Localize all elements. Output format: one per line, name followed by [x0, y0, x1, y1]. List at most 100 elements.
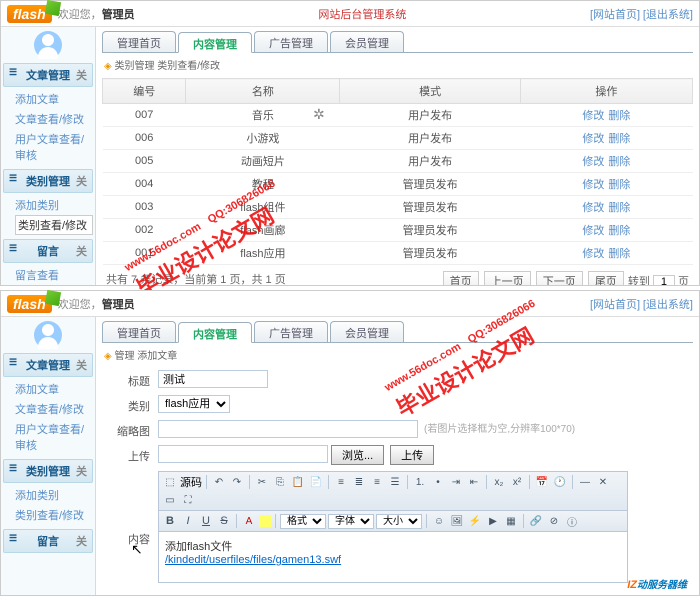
- redo-icon[interactable]: ↷: [229, 474, 245, 490]
- tab[interactable]: 会员管理: [330, 31, 404, 52]
- delete-link[interactable]: 删除: [608, 225, 630, 237]
- delete-link[interactable]: 删除: [608, 179, 630, 191]
- pager-goto-input[interactable]: [653, 275, 675, 285]
- pager-first[interactable]: 首页: [443, 271, 479, 285]
- link-icon[interactable]: 🔗: [528, 513, 544, 529]
- align-justify-icon[interactable]: ☰: [387, 474, 403, 490]
- copy-icon[interactable]: ⎘: [272, 474, 288, 490]
- tab[interactable]: 管理首页: [102, 321, 176, 342]
- select-all-icon[interactable]: ▭: [162, 492, 178, 508]
- link-home[interactable]: [网站首页]: [590, 299, 640, 311]
- link-logout[interactable]: [退出系统]: [643, 9, 693, 21]
- format-select[interactable]: 格式: [280, 514, 326, 529]
- sidebar-item[interactable]: 留言查看: [15, 265, 93, 285]
- align-left-icon[interactable]: ≡: [333, 474, 349, 490]
- date-icon[interactable]: 📅: [534, 474, 550, 490]
- sidebar-group-header[interactable]: 类别管理关: [3, 459, 93, 483]
- unlink-icon[interactable]: ⊘: [546, 513, 562, 529]
- fullscreen-icon[interactable]: ⛶: [180, 492, 196, 508]
- delete-link[interactable]: 删除: [608, 156, 630, 168]
- pager-prev[interactable]: 上一页: [484, 271, 531, 285]
- tab[interactable]: 内容管理: [178, 322, 252, 343]
- sidebar-item[interactable]: 类别查看/修改: [15, 505, 93, 525]
- cut-icon[interactable]: ✂: [254, 474, 270, 490]
- delete-link[interactable]: 删除: [608, 110, 630, 122]
- tab[interactable]: 广告管理: [254, 31, 328, 52]
- sidebar-group-header[interactable]: 文章管理关: [3, 63, 93, 87]
- paste-icon[interactable]: 📋: [290, 474, 306, 490]
- indent-icon[interactable]: ⇥: [448, 474, 464, 490]
- edit-link[interactable]: 修改: [582, 156, 604, 168]
- sidebar-item[interactable]: 添加文章: [15, 379, 93, 399]
- delete-link[interactable]: 删除: [608, 133, 630, 145]
- tab[interactable]: 广告管理: [254, 321, 328, 342]
- col-header: 模式: [340, 79, 520, 104]
- hr-icon[interactable]: —: [577, 474, 593, 490]
- browse-button[interactable]: 浏览...: [331, 445, 384, 465]
- sidebar-item[interactable]: 用户文章查看/审核: [15, 419, 93, 455]
- forecolor-icon[interactable]: A: [241, 513, 257, 529]
- ul-icon[interactable]: •: [430, 474, 446, 490]
- media-icon[interactable]: ▶: [485, 513, 501, 529]
- undo-icon[interactable]: ↶: [211, 474, 227, 490]
- sidebar-item[interactable]: 用户文章查看/审核: [15, 129, 93, 165]
- paste-text-icon[interactable]: 📄: [308, 474, 324, 490]
- pager-last[interactable]: 尾页: [588, 271, 624, 285]
- table-row: 004教程管理员发布修改删除: [103, 173, 693, 196]
- tab[interactable]: 内容管理: [178, 32, 252, 53]
- about-icon[interactable]: ⓘ: [564, 513, 580, 529]
- select-category[interactable]: flash应用: [158, 395, 230, 413]
- input-file[interactable]: [158, 445, 328, 463]
- sidebar-group-header[interactable]: 留言关: [3, 239, 93, 263]
- underline-icon[interactable]: U: [198, 513, 214, 529]
- image-icon[interactable]: 🖼: [449, 513, 465, 529]
- editor-body[interactable]: 添加flash文件 /kindedit/userfiles/files/game…: [159, 532, 627, 582]
- sidebar-group-header[interactable]: 文章管理关: [3, 353, 93, 377]
- delete-link[interactable]: 删除: [608, 202, 630, 214]
- align-right-icon[interactable]: ≡: [369, 474, 385, 490]
- emoji-icon[interactable]: ☺: [431, 513, 447, 529]
- edit-link[interactable]: 修改: [582, 225, 604, 237]
- ol-icon[interactable]: 1.: [412, 474, 428, 490]
- strike-icon[interactable]: S: [216, 513, 232, 529]
- size-select[interactable]: 大小: [376, 514, 422, 529]
- delete-link[interactable]: 删除: [608, 248, 630, 260]
- link-home[interactable]: [网站首页]: [590, 9, 640, 21]
- edit-link[interactable]: 修改: [582, 110, 604, 122]
- sidebar-item[interactable]: 文章查看/修改: [15, 399, 93, 419]
- sidebar-item[interactable]: 添加文章: [15, 89, 93, 109]
- font-select[interactable]: 字体: [328, 514, 374, 529]
- sidebar-item[interactable]: 文章查看/修改: [15, 109, 93, 129]
- edit-link[interactable]: 修改: [582, 179, 604, 191]
- edit-link[interactable]: 修改: [582, 248, 604, 260]
- sidebar-group-header[interactable]: 类别管理关: [3, 169, 93, 193]
- flash-icon[interactable]: ⚡: [467, 513, 483, 529]
- bold-icon[interactable]: B: [162, 513, 178, 529]
- sidebar-group-header[interactable]: 留言关: [3, 529, 93, 553]
- sidebar-item[interactable]: 添加类别: [15, 195, 93, 215]
- sidebar-item[interactable]: 类别查看/修改: [15, 215, 93, 235]
- backcolor-icon[interactable]: [259, 515, 271, 527]
- italic-icon[interactable]: I: [180, 513, 196, 529]
- erase-icon[interactable]: ✕: [595, 474, 611, 490]
- input-title[interactable]: [158, 370, 268, 388]
- align-center-icon[interactable]: ≣: [351, 474, 367, 490]
- input-thumb[interactable]: [158, 420, 418, 438]
- tab[interactable]: 管理首页: [102, 31, 176, 52]
- src-icon[interactable]: ⬚: [162, 474, 178, 490]
- edit-link[interactable]: 修改: [582, 202, 604, 214]
- sidebar-item[interactable]: 添加类别: [15, 485, 93, 505]
- link-logout[interactable]: [退出系统]: [643, 299, 693, 311]
- sub-icon[interactable]: x₂: [491, 474, 507, 490]
- sup-icon[interactable]: x²: [509, 474, 525, 490]
- tab[interactable]: 会员管理: [330, 321, 404, 342]
- table-icon[interactable]: ▦: [503, 513, 519, 529]
- pager-next[interactable]: 下一页: [536, 271, 583, 285]
- editor-link: /kindedit/userfiles/files/gamen13.swf: [165, 554, 341, 566]
- time-icon[interactable]: 🕐: [552, 474, 568, 490]
- article-form: 标题 类别 flash应用 缩略图 (若图片选择框为空,分辨率100*70) 上…: [102, 366, 693, 593]
- outdent-icon[interactable]: ⇤: [466, 474, 482, 490]
- upload-button[interactable]: 上传: [390, 445, 434, 465]
- edit-link[interactable]: 修改: [582, 133, 604, 145]
- label-category: 类别: [110, 395, 158, 414]
